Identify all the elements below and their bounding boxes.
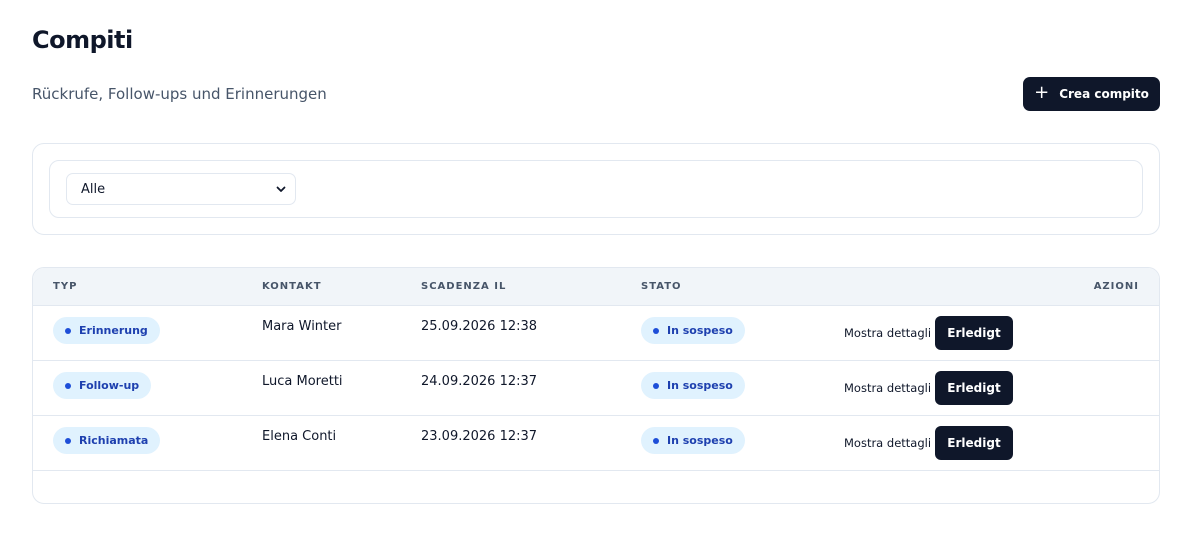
contact-name: Luca Moretti [262,374,343,389]
create-task-label: Crea compito [1059,87,1149,101]
page-subtitle: Rückrufe, Follow-ups und Erinnerungen [32,85,327,103]
due-date: 24.09.2026 12:37 [421,374,538,389]
page-title: Compiti [32,26,133,54]
plus-icon: + [1034,82,1050,103]
type-filter-select[interactable]: Alle [66,173,296,205]
type-filter-value: Alle [81,181,106,197]
contact-name: Mara Winter [262,319,342,334]
table-row: Richiamata Elena Conti 23.09.2026 12:37 … [33,416,1159,471]
status-badge: In sospeso [641,372,745,399]
due-date: 25.09.2026 12:38 [421,319,538,334]
table-row: Erinnerung Mara Winter 25.09.2026 12:38 … [33,306,1159,361]
show-details-link[interactable]: Mostra dettagli [844,381,931,395]
mark-done-button[interactable]: Erledigt [935,371,1013,405]
dot-icon [65,382,71,389]
mark-done-button[interactable]: Erledigt [935,426,1013,460]
dot-icon [65,327,71,334]
dot-icon [653,382,659,389]
filter-panel: Alle [49,160,1143,218]
column-header-due: SCADENZA IL [421,281,507,292]
dot-icon [65,437,71,444]
create-task-button[interactable]: + Crea compito [1023,77,1160,111]
tasks-table: TYP KONTAKT SCADENZA IL STATO AZIONI Eri… [32,267,1160,504]
filter-card: Alle [32,143,1160,235]
show-details-link[interactable]: Mostra dettagli [844,436,931,450]
show-details-link[interactable]: Mostra dettagli [844,326,931,340]
column-header-contact: KONTAKT [262,281,322,292]
table-row: Follow-up Luca Moretti 24.09.2026 12:37 … [33,361,1159,416]
type-badge: Follow-up [53,372,152,399]
type-badge: Richiamata [53,427,161,454]
chevron-down-icon [276,186,286,192]
type-badge-label: Richiamata [79,434,149,447]
column-header-actions: AZIONI [1093,281,1139,292]
dot-icon [653,327,659,334]
dot-icon [653,437,659,444]
status-badge-label: In sospeso [667,434,733,447]
status-badge: In sospeso [641,427,745,454]
column-header-status: STATO [641,281,682,292]
type-badge: Erinnerung [53,317,160,344]
table-header: TYP KONTAKT SCADENZA IL STATO AZIONI [33,268,1159,306]
column-header-type: TYP [53,281,78,292]
due-date: 23.09.2026 12:37 [421,429,538,444]
status-badge-label: In sospeso [667,379,733,392]
status-badge-label: In sospeso [667,324,733,337]
status-badge: In sospeso [641,317,745,344]
contact-name: Elena Conti [262,429,337,444]
mark-done-button[interactable]: Erledigt [935,316,1013,350]
type-badge-label: Erinnerung [79,324,148,337]
type-badge-label: Follow-up [79,379,140,392]
